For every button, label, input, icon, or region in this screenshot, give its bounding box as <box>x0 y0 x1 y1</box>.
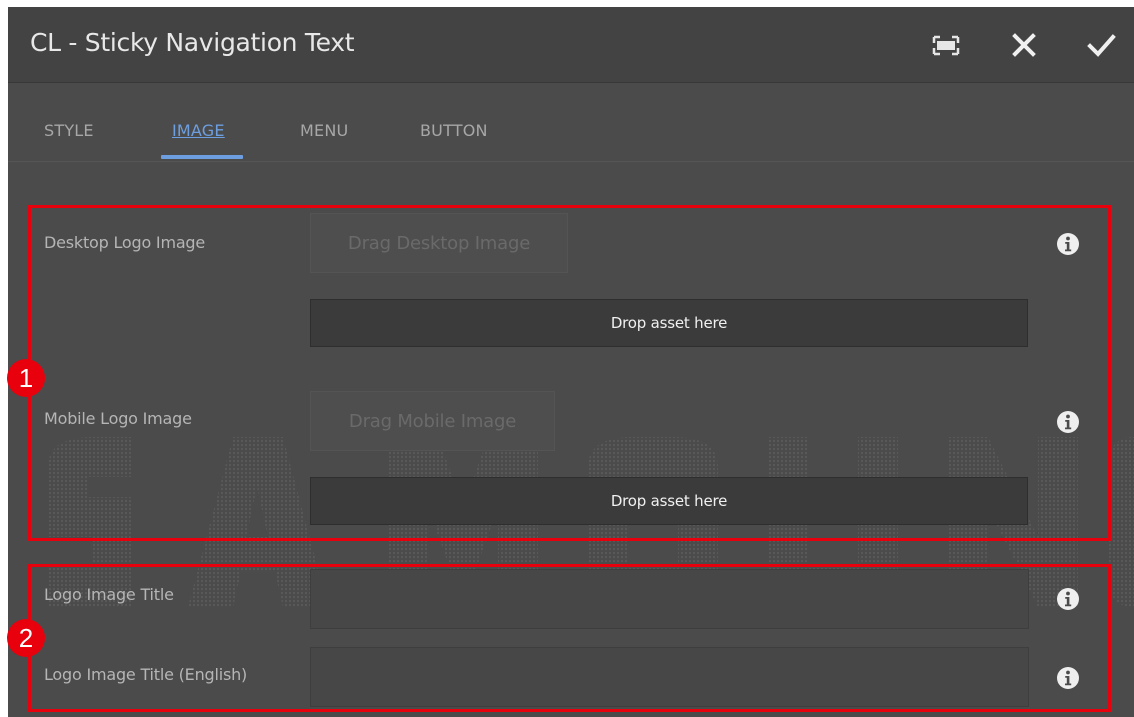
info-icon[interactable] <box>1056 232 1080 256</box>
dialog: CL - Sticky Navigation Text STYLE IMAGE … <box>8 7 1134 717</box>
logo-title-label: Logo Image Title <box>44 585 174 604</box>
active-tab-indicator <box>161 155 243 159</box>
info-icon[interactable] <box>1056 666 1080 690</box>
logo-title-english-label: Logo Image Title (English) <box>44 665 248 684</box>
dialog-title: CL - Sticky Navigation Text <box>30 28 355 57</box>
tab-image[interactable]: IMAGE <box>172 121 225 140</box>
tab-bar: STYLE IMAGE MENU BUTTON <box>8 83 1134 162</box>
drag-mobile-image-button[interactable]: Drag Mobile Image <box>310 391 555 451</box>
desktop-logo-label: Desktop Logo Image <box>44 233 206 252</box>
desktop-drop-zone[interactable]: Drop asset here <box>310 299 1028 347</box>
annotation-badge-2: 2 <box>7 619 45 657</box>
fullscreen-button[interactable] <box>926 25 966 65</box>
tab-button[interactable]: BUTTON <box>420 121 488 140</box>
annotation-badge-1: 1 <box>7 359 45 397</box>
info-icon[interactable] <box>1056 410 1080 434</box>
logo-title-english-input[interactable] <box>310 647 1029 707</box>
tab-style[interactable]: STYLE <box>44 121 94 140</box>
mobile-logo-label: Mobile Logo Image <box>44 409 192 428</box>
logo-title-input[interactable] <box>310 569 1029 629</box>
mobile-drop-zone[interactable]: Drop asset here <box>310 477 1028 525</box>
tab-menu[interactable]: MENU <box>300 121 348 140</box>
confirm-button[interactable] <box>1081 25 1121 65</box>
info-icon[interactable] <box>1056 587 1080 611</box>
close-button[interactable] <box>1004 25 1044 65</box>
dialog-header: CL - Sticky Navigation Text <box>8 7 1134 83</box>
checkmark-icon <box>1087 34 1116 57</box>
close-icon <box>1012 33 1036 57</box>
drag-desktop-image-button[interactable]: Drag Desktop Image <box>310 213 568 273</box>
fullscreen-icon <box>932 35 960 56</box>
